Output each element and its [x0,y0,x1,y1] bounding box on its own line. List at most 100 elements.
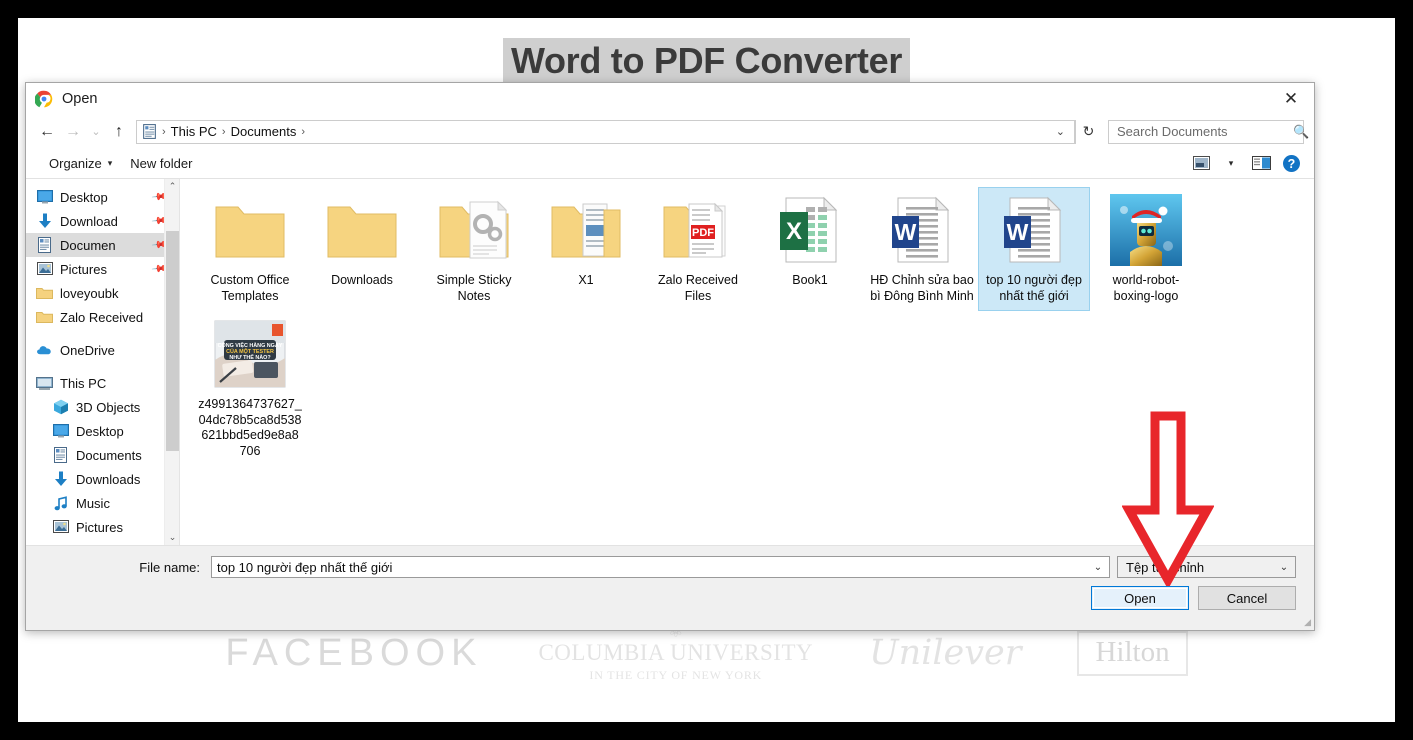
navigation-scrollbar[interactable]: ⌃ ⌄ [164,179,179,545]
chevron-down-icon: ▾ [1228,157,1234,168]
chrome-icon [35,90,53,108]
file-item-label: Zalo Received Files [658,273,738,303]
logo-hilton: Hilton [1077,630,1188,676]
file-item[interactable]: Custom Office Templates [194,187,306,311]
refresh-icon[interactable]: ↻ [1075,119,1101,144]
svg-text:W: W [894,219,916,245]
logo-columbia-subtitle: IN THE CITY OF NEW YORK [589,668,763,682]
up-button[interactable]: ↑ [106,119,132,145]
chevron-down-icon[interactable]: ⌄ [1049,125,1072,138]
breadcrumb-separator-2: › [301,125,305,138]
sidebar-item-label: loveyoubk [60,285,119,301]
sidebar-item-label: Desktop [60,189,108,205]
sidebar-item-onedrive[interactable]: OneDrive [26,338,179,362]
sidebar-item-loveyoubk[interactable]: loveyoubk [26,281,179,305]
pictures-icon [36,261,53,278]
file-item-label: world-robot-boxing-logo [1112,273,1180,303]
dialog-title: Open [62,91,98,107]
sidebar-item-desktop[interactable]: Desktop 📌 [26,185,179,209]
file-item-label: Custom Office Templates [210,273,290,303]
folder-docs-icon [549,192,624,268]
chevron-down-icon: ⌄ [1279,561,1289,573]
folder-icon [325,192,400,268]
file-item[interactable]: Wtop 10 người đẹp nhất thế giới [978,187,1090,311]
scroll-up-icon[interactable]: ⌃ [165,179,179,194]
sidebar-item-pictures[interactable]: Pictures [26,515,179,539]
chevron-down-icon[interactable]: ⌄ [1089,562,1107,573]
desktop-icon [52,423,69,440]
new-folder-button[interactable]: New folder [121,153,201,174]
navigation-list: Desktop 📌 Download 📌 Documen 📌 Pictures 📌 loveyo… [26,179,179,539]
file-item-label: Simple Sticky Notes [436,273,512,303]
file-item[interactable]: Simple Sticky Notes [418,187,530,311]
sidebar-item-label: This PC [60,375,107,391]
breadcrumb[interactable]: › This PC › Documents › ⌄ [136,119,1075,144]
command-bar: Organize ▾ New folder ▾ ? [26,148,1314,179]
view-options-caret[interactable]: ▾ [1216,151,1246,175]
file-item[interactable]: Downloads [306,187,418,311]
sidebar-item-documen[interactable]: Documen 📌 [26,233,179,257]
file-grid: Custom Office Templates Downloads Simple S… [194,187,1308,466]
dialog-footer: File name: ⌄ Tệp tùy chỉnh ⌄ Open Cancel… [26,546,1314,630]
image-photo-icon: CÔNG VIỆC HÀNG NGÀY CỦA MỘT TESTER NHƯ THẾ… [213,316,288,392]
scrollbar-thumb[interactable] [166,231,179,451]
sidebar-item-label: Pictures [60,261,107,277]
nav-group-gap [26,329,179,338]
file-item[interactable]: world-robot-boxing-logo [1090,187,1202,311]
folder-gear-icon [437,192,512,268]
sidebar-item-music[interactable]: Music [26,491,179,515]
preview-pane-icon[interactable] [1246,151,1276,175]
open-file-dialog: Open ✕ ← → ⌄ ↑ › This PC › Documents › ⌄… [25,82,1315,631]
search-box[interactable]: 🔍 [1108,119,1309,144]
view-options-icon[interactable] [1186,151,1216,175]
sidebar-item-this-pc[interactable]: This PC [26,371,179,395]
download-icon [36,213,53,230]
filename-input[interactable] [217,559,1089,575]
sidebar-item-label: Downloads [76,471,141,487]
resize-grip[interactable]: ◢ [1304,617,1311,628]
search-input[interactable] [1117,124,1293,139]
sidebar-item-desktop[interactable]: Desktop [26,419,179,443]
chevron-down-icon: ▾ [107,157,113,168]
forward-button[interactable]: → [60,119,86,145]
sidebar-item-3d-objects[interactable]: 3D Objects [26,395,179,419]
sidebar-item-pictures[interactable]: Pictures 📌 [26,257,179,281]
file-item[interactable]: W HĐ Chỉnh sửa bao bì Đông Bình Minh [866,187,978,311]
open-button[interactable]: Open [1091,586,1189,610]
scroll-down-icon[interactable]: ⌄ [165,530,179,545]
sidebar-item-documents[interactable]: Documents [26,443,179,467]
help-icon[interactable]: ? [1276,151,1306,175]
file-item-label: Book1 [792,273,828,287]
file-item[interactable]: X1 [530,187,642,311]
recent-locations-button[interactable]: ⌄ [86,119,106,145]
word-icon: W [997,192,1072,268]
sidebar-item-label: Documen [60,237,116,253]
filename-field[interactable]: ⌄ [211,556,1110,578]
sidebar-item-download[interactable]: Download 📌 [26,209,179,233]
organize-button[interactable]: Organize ▾ [40,153,121,174]
file-item[interactable]: X Book1 [754,187,866,311]
dialog-button-row: Open Cancel [44,586,1296,610]
svg-text:W: W [1006,219,1028,245]
sidebar-item-label: Download [60,213,118,229]
logo-facebook: FACEBOOK [225,631,483,674]
file-list-pane[interactable]: Custom Office Templates Downloads Simple S… [180,179,1314,545]
search-icon: 🔍 [1293,123,1310,139]
file-item[interactable]: PDF Zalo Received Files [642,187,754,311]
back-button[interactable]: ← [34,119,60,145]
sidebar-item-zalo-received[interactable]: Zalo Received [26,305,179,329]
documents-icon [143,124,156,139]
svg-text:CỦA MỘT TESTER: CỦA MỘT TESTER [226,347,274,355]
file-item[interactable]: CÔNG VIỆC HÀNG NGÀY CỦA MỘT TESTER NHƯ THẾ… [194,311,306,466]
breadcrumb-segment-documents[interactable]: Documents [227,124,301,139]
filetype-dropdown[interactable]: Tệp tùy chỉnh ⌄ [1117,556,1296,578]
logo-unilever: Unilever [869,633,1022,673]
documents-icon [36,237,53,254]
close-icon[interactable]: ✕ [1268,83,1314,115]
page-title-text: Word to PDF Converter [502,38,911,85]
sidebar-item-label: Documents [76,447,142,463]
file-item-label: HĐ Chỉnh sửa bao bì Đông Bình Minh [870,273,974,303]
sidebar-item-downloads[interactable]: Downloads [26,467,179,491]
breadcrumb-segment-this-pc[interactable]: This PC [167,124,221,139]
cancel-button[interactable]: Cancel [1198,586,1296,610]
